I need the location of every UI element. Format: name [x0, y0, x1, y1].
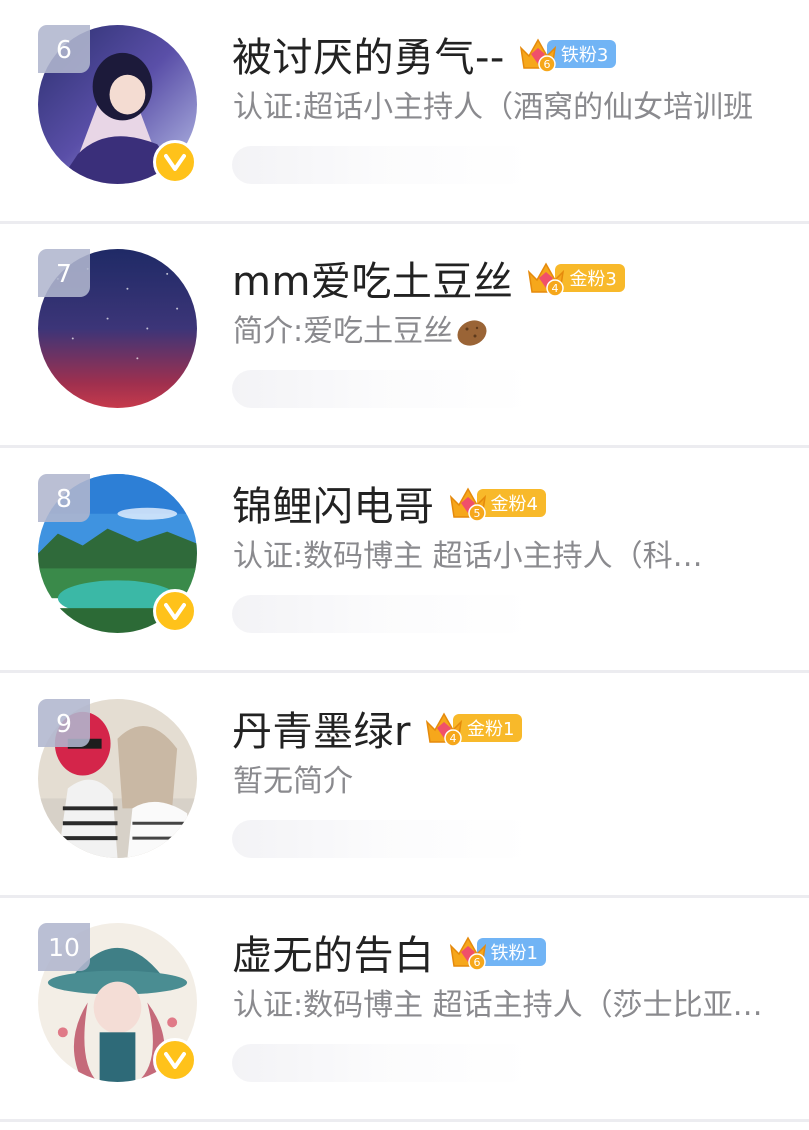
user-description: 认证:数码博主 超话小主持人（科…: [233, 539, 703, 574]
rank-badge: 6: [38, 25, 90, 73]
crown-icon: 6: [519, 38, 556, 73]
fan-badge: 4 金粉3: [525, 260, 625, 297]
fan-badge: 6 铁粉1: [447, 934, 546, 971]
blurred-content: [232, 146, 532, 184]
list-item[interactable]: 8 锦鲤闪电哥 5 金粉4 认证:数码博主 超话小主持人（科…: [0, 449, 809, 673]
fan-level: 5: [473, 507, 480, 520]
divider: [0, 1119, 809, 1122]
verified-icon: [153, 589, 197, 633]
fan-badge: 4 金粉1: [423, 710, 523, 747]
list-item[interactable]: 10 虚无的告白 6 铁粉1 认证:数码博主 超话主持人（莎士比亚…: [0, 898, 809, 1122]
list-item[interactable]: 6 被讨厌的勇气-- 6 铁粉3 认证:超话小主持人（酒窝的仙女培训班: [0, 0, 809, 224]
fan-level: 4: [449, 732, 456, 745]
crown-icon: 5: [449, 487, 486, 522]
blurred-content: [232, 370, 532, 408]
crown-icon: 4: [425, 712, 463, 747]
rank-badge: 8: [38, 474, 90, 522]
blurred-content: [232, 820, 532, 858]
user-description: 认证:数码博主 超话主持人（莎士比亚…: [233, 988, 763, 1023]
divider: [0, 670, 809, 673]
fan-badge: 5 金粉4: [447, 485, 546, 522]
crown-icon: 4: [528, 262, 565, 297]
user-description: 简介:爱吃土豆丝: [233, 310, 489, 354]
description-text: 简介:爱吃土豆丝: [233, 314, 454, 349]
rank-badge: 7: [38, 249, 90, 297]
rank-badge: 9: [38, 699, 90, 747]
user-name[interactable]: 被讨厌的勇气--: [232, 25, 505, 83]
user-name[interactable]: 丹青墨绿r: [232, 699, 411, 757]
rank-badge: 10: [38, 923, 90, 971]
fan-ranking-list: 6 被讨厌的勇气-- 6 铁粉3 认证:超话小主持人（酒窝的仙女培训班 7 mm…: [0, 0, 809, 1130]
crown-icon: 6: [449, 936, 486, 971]
user-description: 认证:超话小主持人（酒窝的仙女培训班: [233, 90, 754, 125]
list-item[interactable]: 7 mm爱吃土豆丝 4 金粉3 简介:爱吃土豆丝: [0, 224, 809, 448]
blurred-content: [232, 1044, 532, 1082]
fan-badge: 6 铁粉3: [517, 36, 617, 73]
potato-icon: [457, 319, 487, 346]
fan-level: 6: [473, 956, 480, 969]
divider: [0, 445, 809, 448]
verified-icon: [153, 1038, 197, 1082]
user-description: 暂无简介: [233, 764, 353, 799]
verified-icon: [153, 140, 197, 184]
user-name[interactable]: mm爱吃土豆丝: [232, 249, 513, 307]
user-name[interactable]: 虚无的告白: [232, 923, 435, 981]
user-name[interactable]: 锦鲤闪电哥: [232, 474, 435, 532]
fan-level: 6: [543, 58, 550, 71]
blurred-content: [232, 595, 532, 633]
fan-level: 4: [552, 282, 559, 295]
list-item[interactable]: 9 丹青墨绿r 4 金粉1 暂无简介: [0, 674, 809, 898]
